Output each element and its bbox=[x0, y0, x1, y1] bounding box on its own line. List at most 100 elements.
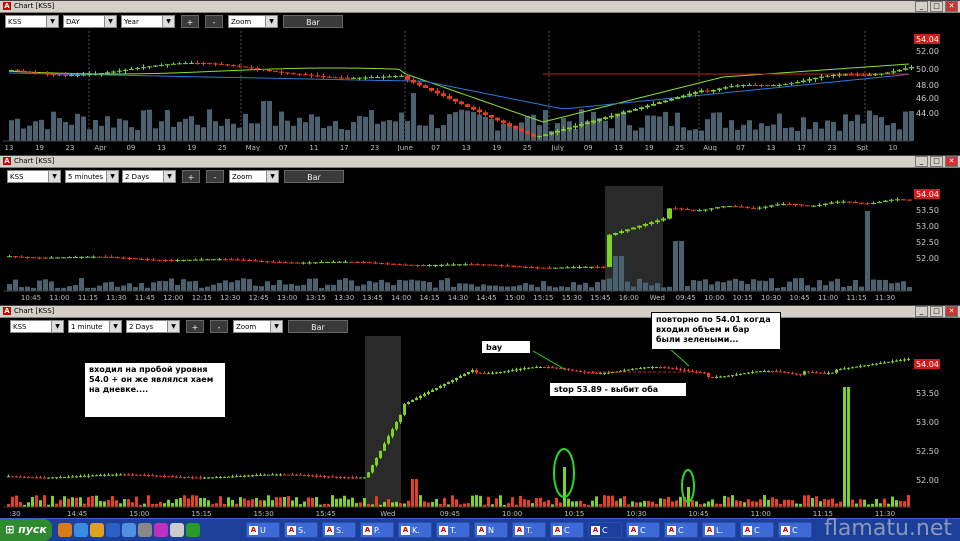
taskbar-task-button[interactable]: A P. bbox=[360, 522, 394, 538]
interval-select[interactable]: 1 minute ▼ bbox=[68, 320, 122, 333]
candle-body bbox=[681, 95, 686, 98]
taskbar-task-button[interactable]: AC bbox=[588, 522, 622, 538]
close-button[interactable]: ✕ bbox=[945, 156, 958, 167]
candle-body bbox=[635, 368, 638, 370]
taskbar-task-button[interactable]: AC bbox=[740, 522, 774, 538]
volume-bar bbox=[783, 127, 788, 141]
symbol-select[interactable]: KSS ▼ bbox=[7, 170, 61, 183]
maximize-button[interactable]: □ bbox=[930, 1, 943, 12]
ie-icon[interactable] bbox=[106, 523, 120, 537]
taskbar-task-button[interactable]: AC bbox=[626, 522, 660, 538]
volume-bar bbox=[853, 280, 858, 291]
maximize-button[interactable]: □ bbox=[930, 156, 943, 167]
candle-body bbox=[507, 123, 512, 126]
candle-body bbox=[787, 203, 792, 205]
minimize-button[interactable]: _ bbox=[915, 156, 928, 167]
volume-bar bbox=[405, 121, 410, 141]
zoom-select[interactable]: Zoom ▼ bbox=[229, 170, 279, 183]
candle-body bbox=[625, 229, 630, 232]
time-axis-label: 07 bbox=[736, 144, 745, 151]
start-button[interactable]: ⊞ пуск bbox=[0, 519, 52, 541]
volume-bar bbox=[469, 284, 474, 291]
candle-body bbox=[547, 267, 552, 269]
time-axis-label: 19 bbox=[35, 144, 44, 151]
taskbar-task-button[interactable]: A S. bbox=[322, 522, 356, 538]
zoom-select[interactable]: Zoom ▼ bbox=[228, 15, 278, 28]
symbol-select[interactable]: KSS ▼ bbox=[5, 15, 59, 28]
volume-bar bbox=[421, 281, 426, 291]
zoom-out-button[interactable]: - bbox=[206, 170, 224, 183]
time-axis-label: 23 bbox=[66, 144, 75, 151]
candle-body bbox=[699, 90, 704, 93]
candle-body bbox=[623, 370, 626, 372]
maximize-button[interactable]: □ bbox=[930, 306, 943, 317]
interval-select[interactable]: DAY ▼ bbox=[63, 15, 117, 28]
app-icon[interactable] bbox=[186, 523, 200, 537]
volume-bar bbox=[875, 498, 878, 507]
range-select[interactable]: 2 Days ▼ bbox=[122, 170, 176, 183]
zoom-in-button[interactable]: + bbox=[182, 170, 200, 183]
zoom-in-button[interactable]: + bbox=[186, 320, 204, 333]
taskbar-task-button[interactable]: AC bbox=[550, 522, 584, 538]
app-icon[interactable] bbox=[170, 523, 184, 537]
candle-body bbox=[715, 207, 720, 209]
taskbar-task-button[interactable]: A T. bbox=[436, 522, 470, 538]
candle-body bbox=[423, 85, 428, 88]
candle-body bbox=[883, 362, 886, 364]
time-axis-label: 14:15 bbox=[419, 294, 439, 301]
volume-bar bbox=[655, 283, 660, 291]
candle-body bbox=[465, 104, 470, 107]
candle-body bbox=[579, 371, 582, 373]
skype-icon[interactable] bbox=[74, 523, 88, 537]
taskbar-task-button[interactable]: A K. bbox=[398, 522, 432, 538]
5min-chart-plot[interactable]: 54.04 53.50 53.00 52.50 52.00 10:45 11:00 11:15… bbox=[3, 186, 957, 301]
taskbar-task-button[interactable]: AN bbox=[474, 522, 508, 538]
volume-bar bbox=[277, 280, 282, 291]
taskbar-task-button[interactable]: A S. bbox=[284, 522, 318, 538]
zoom-select[interactable]: Zoom ▼ bbox=[233, 320, 283, 333]
candle-body bbox=[43, 477, 46, 479]
zoom-in-button[interactable]: + bbox=[181, 15, 199, 28]
taskbar-task-button[interactable]: AC bbox=[664, 522, 698, 538]
candle-body bbox=[759, 84, 764, 86]
close-button[interactable]: ✕ bbox=[945, 1, 958, 12]
symbol-select[interactable]: KSS ▼ bbox=[10, 320, 64, 333]
candle-body bbox=[407, 402, 410, 404]
candle-body bbox=[319, 262, 324, 264]
bar-type-button[interactable]: Bar bbox=[283, 15, 343, 28]
range-select[interactable]: 2 Days ▼ bbox=[126, 320, 180, 333]
bar-type-button[interactable]: Bar bbox=[284, 170, 344, 183]
volume-bar bbox=[445, 278, 450, 291]
volume-bar bbox=[183, 495, 186, 507]
daily-chart-plot[interactable]: 54.04 52.00 50.00 48.00 46.00 44.00 13 19 23 Apr 0… bbox=[3, 31, 957, 151]
volume-bar bbox=[757, 280, 762, 291]
volume-bar bbox=[111, 127, 116, 141]
minimize-button[interactable]: _ bbox=[915, 1, 928, 12]
app-logo-icon: A bbox=[515, 526, 524, 535]
range-select[interactable]: Year ▼ bbox=[121, 15, 175, 28]
candle-body bbox=[391, 429, 394, 437]
taskbar-task-button[interactable]: A T. bbox=[512, 522, 546, 538]
interval-select[interactable]: 5 minutes ▼ bbox=[65, 170, 119, 183]
app-icon[interactable] bbox=[122, 523, 136, 537]
app-icon[interactable] bbox=[138, 523, 152, 537]
folder-icon[interactable] bbox=[90, 523, 104, 537]
volume-bar bbox=[727, 497, 730, 507]
zoom-out-button[interactable]: - bbox=[210, 320, 228, 333]
taskbar-task-button[interactable]: AC bbox=[778, 522, 812, 538]
taskbar-task-button[interactable]: AU bbox=[246, 522, 280, 538]
chart-window-5min: A Chart [KSS] _ □ ✕ KSS ▼ 5 minutes ▼ 2 Days ▼… bbox=[0, 155, 960, 303]
candle-body bbox=[549, 132, 554, 135]
zoom-out-button[interactable]: - bbox=[205, 15, 223, 28]
price-axis-label: 46.00 bbox=[916, 94, 939, 103]
app-icon[interactable] bbox=[154, 523, 168, 537]
candle-body bbox=[673, 208, 678, 210]
minimize-button[interactable]: _ bbox=[915, 306, 928, 317]
bar-type-button[interactable]: Bar bbox=[288, 320, 348, 333]
close-button[interactable]: ✕ bbox=[945, 306, 958, 317]
firefox-icon[interactable] bbox=[58, 523, 72, 537]
taskbar-task-button[interactable]: A L. bbox=[702, 522, 736, 538]
time-axis-label: 07 bbox=[279, 144, 288, 151]
candle-body bbox=[469, 264, 474, 266]
volume-bar bbox=[479, 495, 482, 507]
